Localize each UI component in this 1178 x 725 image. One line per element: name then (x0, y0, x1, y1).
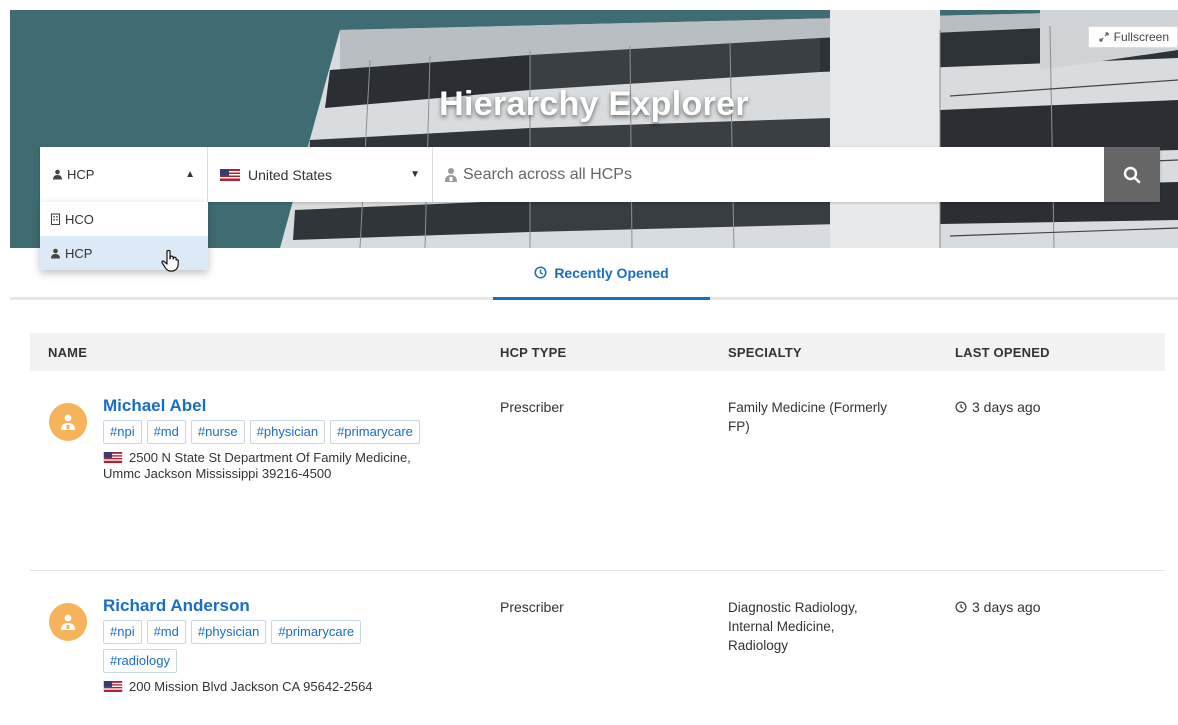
clock-icon (534, 266, 547, 279)
tag[interactable]: #nurse (190, 420, 245, 444)
hcp-type: Prescriber (500, 399, 564, 415)
us-flag-icon (220, 168, 240, 181)
address: 2500 N State St Department Of Family Med… (103, 450, 423, 482)
hand-cursor-icon (161, 249, 179, 272)
search-input[interactable]: Search across all HCPs (433, 147, 1104, 202)
dropdown-option-label: HCP (65, 245, 93, 261)
doctor-icon (61, 414, 75, 430)
avatar (49, 403, 87, 441)
search-button[interactable] (1104, 147, 1160, 202)
tag[interactable]: #npi (103, 420, 142, 444)
address-text: 2500 N State St Department Of Family Med… (103, 450, 411, 481)
country-select[interactable]: United States ▼ (208, 147, 433, 202)
clock-icon (955, 400, 967, 413)
entity-type-select[interactable]: HCP ▲ (40, 147, 208, 202)
address: 200 Mission Blvd Jackson CA 95642-2564 (103, 679, 423, 695)
column-header-hcp-type[interactable]: HCP TYPE (500, 345, 728, 360)
clock-icon (955, 600, 967, 613)
person-icon (51, 248, 60, 258)
tab-label: Recently Opened (554, 264, 669, 281)
tag[interactable]: #md (146, 620, 186, 644)
column-header-last-opened[interactable]: LAST OPENED (955, 345, 1165, 360)
dropdown-option-hco[interactable]: HCO (40, 202, 208, 236)
search-placeholder: Search across all HCPs (463, 165, 632, 183)
last-opened-text: 3 days ago (972, 398, 1041, 415)
hcp-name-link[interactable]: Michael Abel (103, 396, 443, 416)
fullscreen-label: Fullscreen (1113, 30, 1169, 44)
tag[interactable]: #npi (103, 620, 142, 644)
us-flag-icon (103, 452, 123, 463)
person-icon (53, 169, 62, 180)
table-row[interactable]: Michael Abel #npi #md #nurse #physician … (30, 371, 1165, 571)
tag[interactable]: #md (146, 420, 186, 444)
table-header: NAME HCP TYPE SPECIALTY LAST OPENED (30, 333, 1165, 371)
last-opened: 3 days ago (955, 596, 1165, 615)
tag[interactable]: #primarycare (330, 420, 420, 444)
tag[interactable]: #primarycare (271, 620, 362, 644)
table-row[interactable]: Richard Anderson #npi #md #physician #pr… (30, 571, 1165, 725)
last-opened: 3 days ago (955, 396, 1165, 415)
us-flag-icon (103, 681, 123, 692)
dropdown-option-label: HCO (65, 211, 94, 227)
specialty: Family Medicine (Formerly FP) (728, 400, 888, 434)
address-text: 200 Mission Blvd Jackson CA 95642-2564 (129, 679, 373, 694)
entity-type-dropdown: HCO HCP (40, 202, 208, 270)
specialty: Diagnostic Radiology, Internal Medicine,… (728, 600, 858, 653)
search-bar: HCP ▲ United States ▼ Search across all … (40, 147, 1160, 202)
tag-list: #npi #md #physician #primarycare #radiol… (103, 620, 423, 673)
column-header-specialty[interactable]: SPECIALTY (728, 345, 955, 360)
last-opened-text: 3 days ago (972, 598, 1041, 615)
recent-hcp-table: NAME HCP TYPE SPECIALTY LAST OPENED Mich… (30, 333, 1165, 725)
magnifier-icon (1123, 166, 1141, 183)
hcp-search-icon (445, 167, 457, 182)
hcp-type: Prescriber (500, 599, 564, 615)
tab-recently-opened[interactable]: Recently Opened (493, 248, 710, 300)
doctor-icon (61, 614, 75, 630)
caret-up-icon: ▲ (185, 169, 195, 180)
tag[interactable]: #radiology (103, 649, 177, 673)
caret-down-icon: ▼ (410, 169, 420, 180)
tag[interactable]: #physician (249, 420, 326, 444)
avatar (49, 603, 87, 641)
dropdown-option-hcp[interactable]: HCP (40, 236, 208, 270)
page-title: Hierarchy Explorer (439, 85, 749, 123)
hcp-name-link[interactable]: Richard Anderson (103, 596, 443, 616)
fullscreen-button[interactable]: Fullscreen (1087, 26, 1178, 48)
column-header-name[interactable]: NAME (30, 345, 500, 360)
tag-list: #npi #md #nurse #physician #primarycare (103, 420, 423, 444)
expand-icon (1099, 32, 1109, 42)
tag[interactable]: #physician (190, 620, 267, 644)
country-value: United States (248, 166, 333, 183)
entity-type-value: HCP (67, 167, 95, 182)
building-icon (50, 213, 61, 225)
